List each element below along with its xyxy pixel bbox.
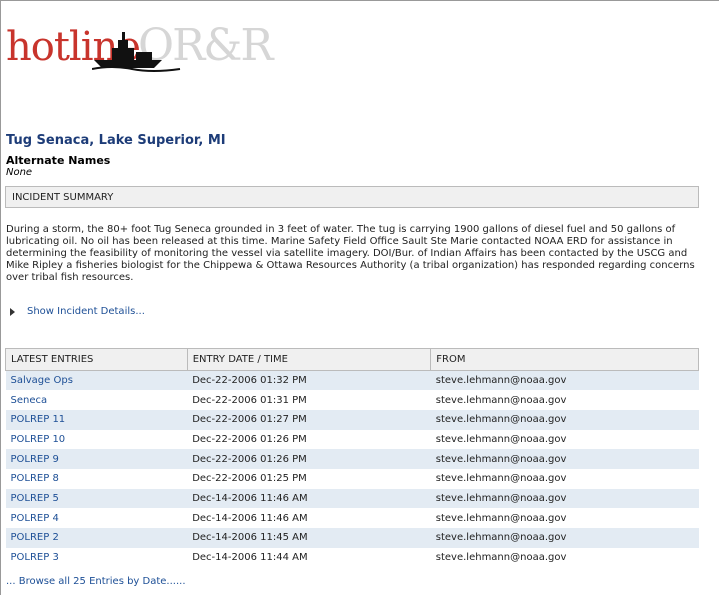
entry-from-cell: steve.lehmann@noaa.gov [435, 473, 567, 485]
entry-date-cell: Dec-22-2006 01:26 PM [192, 433, 307, 445]
entry-title-cell: POLREP 8 [6, 469, 188, 489]
entry-title-link[interactable]: POLREP 5 [11, 493, 59, 504]
entry-title-link[interactable]: POLREP 3 [11, 552, 59, 563]
entry-title-cell: POLREP 5 [5, 488, 188, 509]
entry-date-cell: Dec-14-2006 11:45 AM [187, 528, 431, 548]
entry-title-cell: POLREP 2 [5, 528, 188, 548]
entry-date-cell: Dec-14-2006 11:46 AM [192, 512, 308, 524]
table-row: POLREP 2 Dec-14-2006 11:45 AM steve.lehman… [5, 528, 699, 548]
show-details-label: Show Incident Details... [27, 306, 145, 317]
entry-title-link[interactable]: POLREP 9 [11, 454, 59, 465]
entry-from-cell: steve.lehmann@noaa.gov [435, 512, 567, 524]
table-row: POLREP 4 Dec-14-2006 11:46 AM steve.lehman… [6, 508, 699, 528]
incident-title: Tug Senaca, Lake Superior, MI [6, 133, 226, 148]
entry-from-cell: steve.lehmann@noaa.gov [430, 370, 699, 391]
entry-date-cell: Dec-22-2006 01:32 PM [187, 370, 431, 391]
entry-from-cell: steve.lehmann@noaa.gov [430, 528, 699, 548]
entry-from-cell: steve.lehmann@noaa.gov [430, 449, 699, 469]
entry-from-cell: steve.lehmann@noaa.gov [435, 552, 567, 564]
column-header-latest-entries: LATEST ENTRIES [5, 348, 188, 371]
alternate-names-label: Alternate Names [6, 154, 111, 167]
entry-title-link[interactable]: POLREP 4 [11, 513, 59, 524]
entry-title-link[interactable]: POLREP 11 [11, 414, 66, 425]
table-row: POLREP 5 Dec-14-2006 11:46 AM steve.lehman… [5, 488, 699, 509]
table-row: Seneca Dec-22-2006 01:31 PM steve.lehmann@… [6, 390, 699, 410]
expand-triangle-icon [10, 307, 15, 316]
entry-title-link[interactable]: Salvage Ops [11, 375, 73, 386]
hotline-logo[interactable]: OR&R hotline [6, 18, 306, 78]
entry-date-cell: Dec-22-2006 01:25 PM [192, 473, 307, 485]
latest-entries-table: LATEST ENTRIES ENTRY DATE / TIME FROM Sa… [5, 348, 699, 567]
table-row: POLREP 9 Dec-22-2006 01:26 PM steve.lehman… [5, 449, 699, 469]
entry-title-cell: POLREP 11 [5, 409, 188, 430]
entry-date-cell: Dec-14-2006 11:44 AM [192, 552, 308, 564]
entry-from-cell: steve.lehmann@noaa.gov [435, 433, 567, 445]
show-incident-details-link[interactable]: Show Incident Details... [10, 306, 145, 317]
entry-date-cell: Dec-22-2006 01:31 PM [192, 394, 307, 406]
table-header-row: LATEST ENTRIES ENTRY DATE / TIME FROM [5, 348, 699, 371]
browse-all-entries-link[interactable]: ... Browse all 25 Entries by Date...... [6, 576, 186, 587]
entry-date-cell: Dec-22-2006 01:27 PM [187, 409, 431, 430]
column-header-entry-date: ENTRY DATE / TIME [186, 348, 432, 371]
alternate-names-value: None [6, 167, 33, 178]
entry-title-cell: POLREP 3 [6, 548, 188, 568]
entry-from-cell: steve.lehmann@noaa.gov [435, 394, 567, 406]
entry-title-link[interactable]: POLREP 8 [11, 473, 59, 484]
entry-title-cell: POLREP 9 [5, 449, 188, 469]
column-header-from: FROM [430, 348, 699, 371]
entry-title-cell: POLREP 10 [6, 430, 188, 450]
table-row: POLREP 8 Dec-22-2006 01:25 PM steve.lehman… [6, 469, 699, 489]
table-row: POLREP 3 Dec-14-2006 11:44 AM steve.lehman… [6, 548, 699, 568]
entry-title-link[interactable]: Seneca [11, 395, 48, 406]
entry-from-cell: steve.lehmann@noaa.gov [430, 409, 699, 430]
boat-icon [92, 32, 181, 72]
table-row: Salvage Ops Dec-22-2006 01:32 PM steve.leh… [5, 370, 699, 391]
entry-title-link[interactable]: POLREP 2 [11, 532, 59, 543]
entry-title-cell: Seneca [6, 390, 188, 410]
incident-summary-text: During a storm, the 80+ foot Tug Seneca … [6, 224, 695, 283]
entry-title-link[interactable]: POLREP 10 [11, 434, 66, 445]
entry-date-cell: Dec-14-2006 11:46 AM [187, 488, 431, 509]
table-row: POLREP 10 Dec-22-2006 01:26 PM steve.lehma… [6, 430, 699, 450]
table-row: POLREP 11 Dec-22-2006 01:27 PM steve.lehma… [5, 409, 699, 430]
incident-summary-header: INCIDENT SUMMARY [5, 186, 699, 208]
entry-from-cell: steve.lehmann@noaa.gov [430, 488, 699, 509]
entry-title-cell: Salvage Ops [5, 370, 188, 391]
entry-date-cell: Dec-22-2006 01:26 PM [187, 449, 431, 469]
entry-title-cell: POLREP 4 [6, 508, 188, 528]
